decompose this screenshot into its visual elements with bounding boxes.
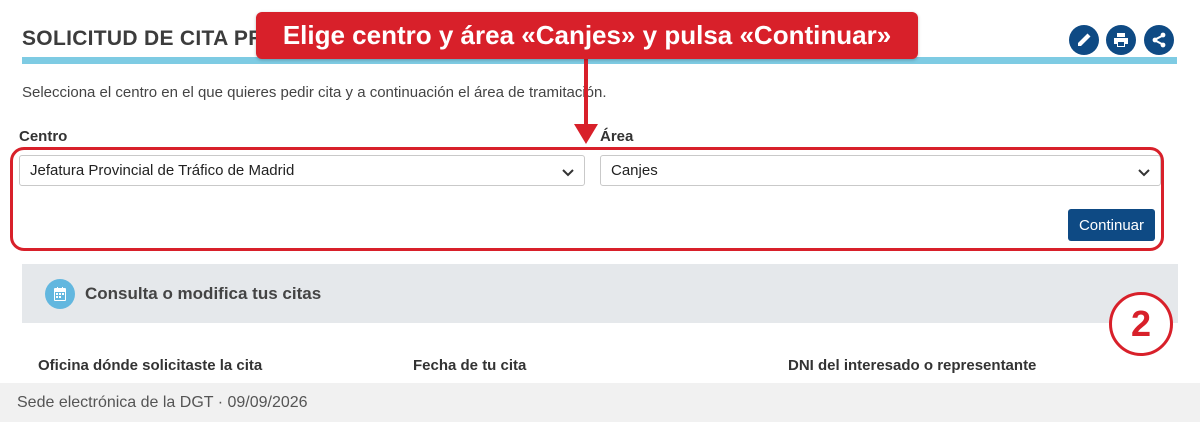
- footer-text: Sede electrónica de la DGT · 09/09/2026: [17, 393, 308, 411]
- centro-label: Centro: [19, 128, 68, 145]
- annotation-arrow: [584, 59, 588, 129]
- column-header-fecha: Fecha de tu cita: [413, 357, 527, 374]
- chevron-down-icon: [1138, 165, 1150, 177]
- step-number-badge: 2: [1109, 292, 1173, 356]
- intro-text: Selecciona el centro en el que quieres p…: [22, 84, 607, 101]
- printer-icon: [1114, 33, 1128, 47]
- column-header-dni: DNI del interesado o representante: [788, 357, 1037, 374]
- area-label: Área: [600, 128, 634, 145]
- area-select[interactable]: Canjes: [600, 155, 1161, 186]
- edit-button[interactable]: [1069, 25, 1099, 55]
- share-button[interactable]: [1144, 25, 1174, 55]
- annotation-arrow-head: [574, 124, 598, 144]
- footer: Sede electrónica de la DGT · 09/09/2026: [0, 383, 1200, 422]
- centro-select-value: Jefatura Provincial de Tráfico de Madrid: [30, 162, 295, 179]
- continue-button[interactable]: Continuar: [1068, 209, 1155, 241]
- calendar-icon: [45, 278, 75, 309]
- area-select-value: Canjes: [611, 162, 658, 179]
- accordion-title: Consulta o modifica tus citas: [85, 283, 322, 303]
- centro-select[interactable]: Jefatura Provincial de Tráfico de Madrid: [19, 155, 585, 186]
- consult-citas-accordion[interactable]: Consulta o modifica tus citas: [22, 264, 1178, 323]
- pencil-icon: [1078, 33, 1091, 46]
- annotation-callout: Elige centro y área «Canjes» y pulsa «Co…: [256, 12, 918, 59]
- page-title: SOLICITUD DE CITA PR: [22, 27, 264, 50]
- column-header-oficina: Oficina dónde solicitaste la cita: [38, 357, 263, 374]
- print-button[interactable]: [1106, 25, 1136, 55]
- chevron-down-icon: [562, 165, 574, 177]
- share-icon: [1152, 32, 1166, 48]
